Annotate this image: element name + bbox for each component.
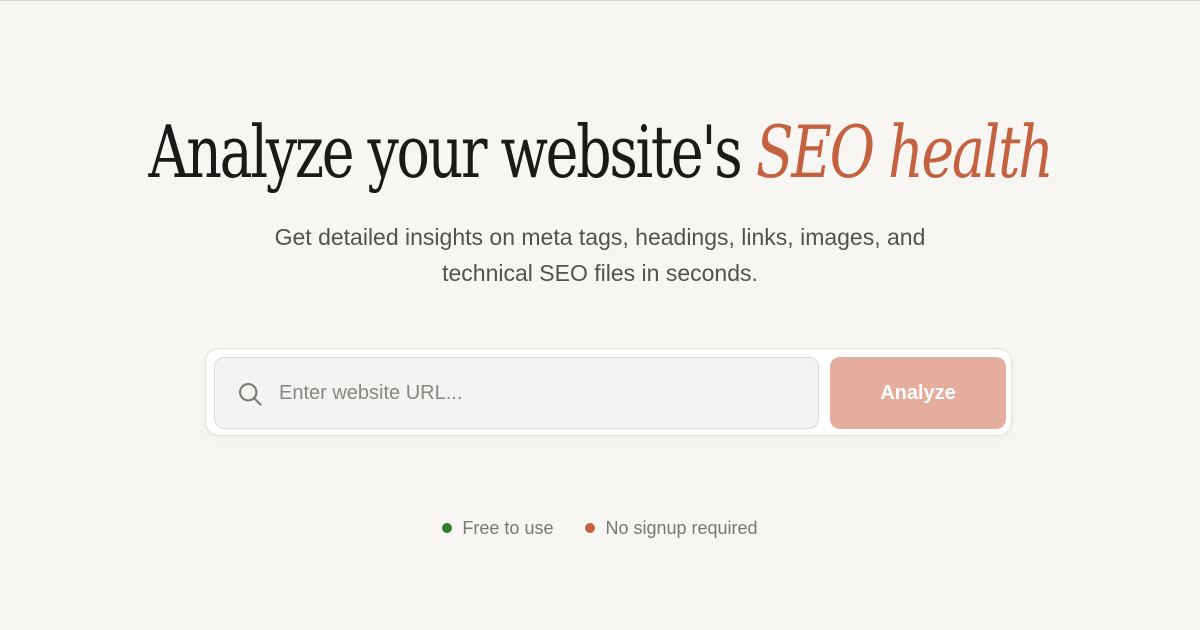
search-icon — [239, 383, 262, 406]
green-dot-icon — [442, 523, 453, 533]
analyze-button[interactable]: Analyze — [830, 357, 1006, 429]
top-divider — [0, 0, 1200, 1]
search-form: Analyze — [205, 348, 1012, 436]
badge-free: Free to use — [442, 515, 553, 541]
hero-subtitle-line-1: Get detailed insights on meta tags, head… — [274, 224, 926, 250]
badge-no-signup-label: No signup required — [605, 518, 758, 538]
search-field[interactable] — [214, 357, 819, 429]
hero-subtitle: Get detailed insights on meta tags, head… — [200, 219, 1000, 291]
orange-dot-icon — [585, 523, 596, 533]
badge-no-signup: No signup required — [585, 515, 758, 541]
badge-free-label: Free to use — [462, 518, 554, 538]
hero-title-accent: SEO health — [755, 110, 1054, 194]
hero-title: Analyze your website's SEO health — [138, 104, 1062, 200]
hero-title-main: Analyze your website's — [148, 110, 756, 194]
feature-badges: Free to use No signup required — [0, 515, 1200, 541]
url-input[interactable] — [279, 358, 799, 428]
hero-subtitle-line-2: technical SEO files in seconds. — [442, 260, 758, 286]
